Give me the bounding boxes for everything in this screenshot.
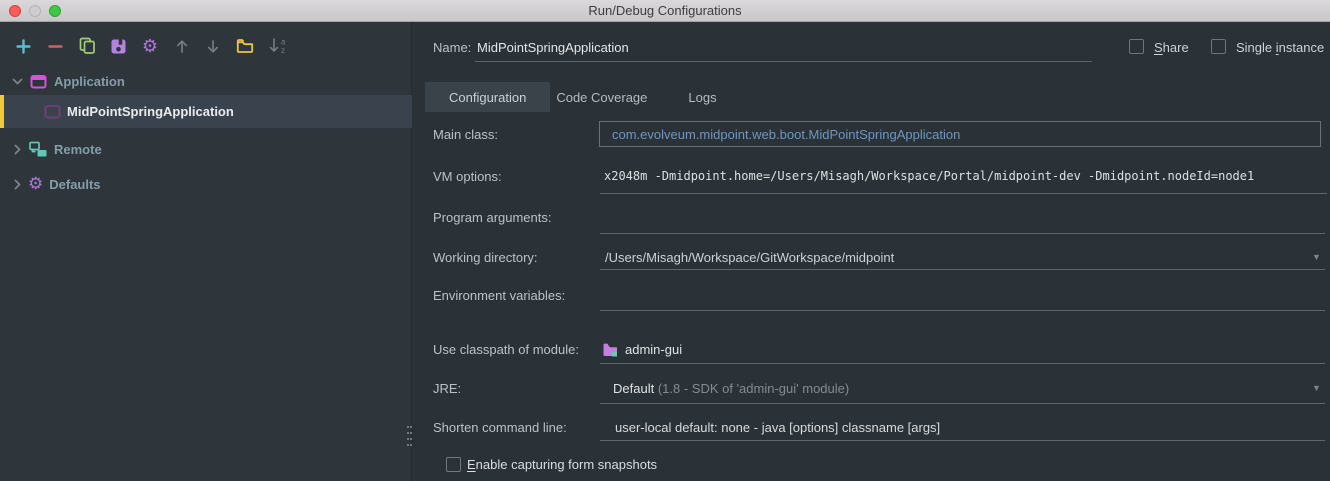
main-class-field[interactable]: com.evolveum.midpoint.web.boot.MidPointS…: [599, 121, 1321, 147]
new-folder-icon[interactable]: [235, 36, 255, 56]
tab-configuration[interactable]: Configuration: [425, 82, 550, 112]
chevron-right-icon[interactable]: [10, 178, 24, 191]
single-instance-label: Single instance: [1236, 40, 1324, 55]
move-up-icon[interactable]: [172, 36, 192, 56]
chevron-right-icon[interactable]: [10, 143, 24, 156]
jre-field[interactable]: Default (1.8 - SDK of 'admin-gui' module…: [613, 381, 849, 396]
main-class-label: Main class:: [433, 127, 498, 142]
program-arguments-label: Program arguments:: [433, 210, 552, 225]
sidebar-item-remote[interactable]: Remote: [0, 134, 412, 164]
sidebar-item-label: Application: [54, 74, 125, 89]
arrow-down-glyph: [206, 39, 220, 54]
working-directory-label: Working directory:: [433, 250, 538, 265]
sidebar-item-defaults[interactable]: ⚙ Defaults: [0, 169, 412, 199]
jre-dropdown-icon[interactable]: ▼: [1312, 383, 1321, 393]
chevron-right-glyph: [11, 178, 24, 191]
shorten-command-line-underline: [600, 440, 1325, 441]
run-debug-configurations-dialog: Run/Debug Configurations ⚙: [0, 0, 1330, 481]
gear-glyph: ⚙: [142, 37, 158, 55]
name-label: Name:: [433, 40, 471, 55]
shorten-command-line-label: Shorten command line:: [433, 420, 567, 435]
add-icon[interactable]: [13, 36, 33, 56]
environment-variables-underline: [600, 310, 1325, 311]
sidebar-item-label: Remote: [54, 142, 102, 157]
sidebar-item-application[interactable]: Application: [0, 66, 412, 96]
window-title: Run/Debug Configurations: [0, 3, 1330, 18]
sort-alphabetically-icon[interactable]: a z: [267, 36, 293, 56]
tab-bar: Configuration Code Coverage Logs: [425, 82, 717, 112]
tab-logs[interactable]: Logs: [688, 82, 716, 112]
sidebar-item-midpointspringapplication[interactable]: MidPointSpringApplication: [0, 95, 412, 128]
chevron-down-glyph: [11, 75, 24, 88]
chevron-right-glyph: [11, 143, 24, 156]
plus-glyph: [16, 39, 31, 54]
use-classpath-field[interactable]: admin-gui: [625, 342, 682, 357]
sort-az-glyph: a z: [268, 37, 292, 55]
module-icon: [602, 342, 619, 357]
selection-accent-stripe: [0, 95, 4, 128]
edit-defaults-gear-icon[interactable]: ⚙: [140, 36, 160, 56]
vm-options-underline: [600, 193, 1327, 194]
single-instance-checkbox[interactable]: [1211, 39, 1226, 54]
chevron-down-icon[interactable]: [10, 75, 24, 88]
jre-label: JRE:: [433, 381, 461, 396]
working-directory-underline: [600, 269, 1325, 270]
arrow-up-glyph: [175, 39, 189, 54]
enable-snapshots-checkbox[interactable]: [446, 457, 461, 472]
share-checkbox[interactable]: [1129, 39, 1144, 54]
vm-options-label: VM options:: [433, 169, 502, 184]
minus-glyph: [48, 39, 63, 54]
environment-variables-label: Environment variables:: [433, 288, 565, 303]
title-bar: Run/Debug Configurations: [0, 0, 1330, 22]
name-field-underline: [475, 61, 1092, 62]
move-down-icon[interactable]: [203, 36, 223, 56]
tab-code-coverage[interactable]: Code Coverage: [556, 82, 647, 112]
program-arguments-underline: [600, 233, 1325, 234]
remote-icon: [28, 141, 48, 158]
share-label: Share: [1154, 40, 1189, 55]
svg-text:z: z: [281, 46, 285, 55]
save-icon[interactable]: [108, 36, 128, 56]
save-glyph: [110, 38, 127, 55]
enable-snapshots-label: Enable capturing form snapshots: [467, 457, 657, 472]
copy-icon[interactable]: [77, 36, 97, 56]
name-field[interactable]: MidPointSpringApplication: [477, 40, 629, 55]
vm-options-field[interactable]: x2048m -Dmidpoint.home=/Users/Misagh/Wor…: [604, 169, 1330, 183]
sidebar-item-label: Defaults: [49, 177, 100, 192]
folder-glyph: [236, 38, 254, 54]
copy-glyph: [79, 37, 96, 55]
gear-icon: ⚙: [28, 175, 43, 193]
application-icon-dim: [44, 104, 61, 119]
remove-icon[interactable]: [45, 36, 65, 56]
shorten-command-line-field[interactable]: user-local default: none - java [options…: [615, 420, 940, 435]
working-directory-field[interactable]: /Users/Misagh/Workspace/GitWorkspace/mid…: [605, 250, 894, 265]
use-classpath-underline: [600, 363, 1325, 364]
jre-underline: [600, 403, 1325, 404]
application-icon: [30, 74, 47, 89]
sidebar-item-label: MidPointSpringApplication: [67, 104, 234, 119]
working-directory-dropdown-icon[interactable]: ▼: [1312, 252, 1321, 262]
use-classpath-label: Use classpath of module:: [433, 342, 579, 357]
